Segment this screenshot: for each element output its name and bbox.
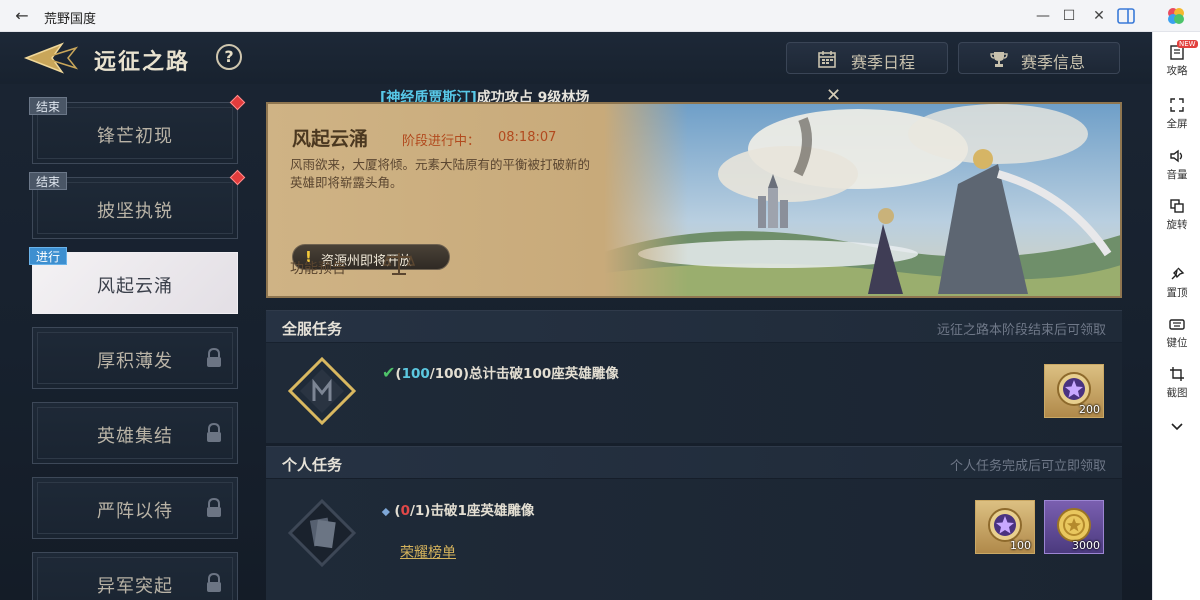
statue-diamond-icon <box>288 357 356 425</box>
reward-amount: 200 <box>1079 403 1100 416</box>
calendar-icon <box>818 51 836 68</box>
stage-item-4[interactable]: 厚积薄发 <box>32 327 238 389</box>
server-tasks-title: 全服任务 <box>282 320 343 338</box>
honor-ranking-link[interactable]: 荣耀榜单 <box>400 542 456 562</box>
season-info-label: 赛季信息 <box>1021 53 1086 72</box>
page-title: 远征之路 <box>94 50 191 75</box>
rail-label: 旋转 <box>1166 219 1188 231</box>
reward-item[interactable]: 100 <box>975 500 1035 554</box>
rail-rotate-button[interactable]: 旋转 <box>1153 196 1200 240</box>
new-badge: NEW <box>1177 40 1198 48</box>
personal-tasks-hint: 个人任务完成后可立即领取 <box>949 459 1106 474</box>
banner-countdown: 08:18:07 <box>498 130 557 145</box>
app-logo-icon <box>1168 8 1184 24</box>
back-arrow-icon[interactable]: ← <box>12 6 32 26</box>
lock-icon <box>207 348 221 367</box>
rail-volume-button[interactable]: 音量 <box>1153 146 1200 190</box>
fullscreen-icon <box>1170 98 1184 112</box>
rail-label: 全屏 <box>1166 118 1188 130</box>
stage-status-tag: 结束 <box>29 172 68 190</box>
season-schedule-button[interactable]: 赛季日程 <box>786 42 948 74</box>
tool-rail: NEW 攻略 全屏 音量 旋转 置顶 键位 截图 <box>1152 32 1200 600</box>
window-title: 荒野国度 <box>44 12 97 27</box>
lock-icon <box>207 423 221 442</box>
banner-stage-status: 阶段进行中： <box>402 134 481 149</box>
stage-name: 披坚执锐 <box>97 201 173 222</box>
rail-fullscreen-button[interactable]: 全屏 <box>1153 95 1200 139</box>
season-info-button[interactable]: 赛季信息 <box>958 42 1120 74</box>
rail-keymap-button[interactable]: 键位 <box>1153 314 1200 358</box>
chevron-down-icon <box>1171 423 1183 431</box>
feature-preview-label: 功能预告 <box>290 261 346 277</box>
task-progress-current: 0 <box>400 503 410 519</box>
maximize-icon[interactable]: ☐ <box>1058 6 1080 26</box>
rail-label: 键位 <box>1166 337 1188 349</box>
server-tasks-header: 全服任务 远征之路本阶段结束后可领取 <box>266 310 1122 342</box>
server-task-row: ✔(100/100)总计击破100座英雄雕像 200 <box>266 343 1122 443</box>
task-progress-total: /100) <box>429 366 470 382</box>
sidebar-toggle-icon[interactable] <box>1116 7 1136 25</box>
pending-icon: ⬥ <box>382 505 390 518</box>
star-coin-icon <box>988 508 1022 542</box>
stage-item-5[interactable]: 英雄集结 <box>32 402 238 464</box>
stage-item-7[interactable]: 异军突起 <box>32 552 238 600</box>
stage-item-2[interactable]: 结束 披坚执锐 <box>29 169 246 239</box>
lock-icon <box>207 498 221 517</box>
pin-icon <box>1171 267 1185 280</box>
gold-coin-icon <box>1057 508 1091 542</box>
rail-screenshot-button[interactable]: 截图 <box>1153 364 1200 408</box>
star-coin-icon <box>1057 372 1091 406</box>
rail-expand-button[interactable] <box>1153 416 1200 440</box>
game-viewport: 远征之路 ? 赛季日程 赛季信息 结束 锋芒初现 结束 披坚执锐 进行 风起云涌… <box>0 32 1152 600</box>
game-header: 远征之路 ? 赛季日程 赛季信息 <box>0 32 1152 84</box>
rotate-icon <box>1170 199 1184 213</box>
crop-icon <box>1170 367 1184 381</box>
stage-status-tag: 结束 <box>29 97 68 115</box>
rail-label: 置顶 <box>1166 287 1188 299</box>
banner-description: 风雨欲来，大厦将倾。元素大陆原有的平衡被打破新的英雄即将崭露头角。 <box>290 157 591 190</box>
season-schedule-label: 赛季日程 <box>851 53 916 72</box>
window-titlebar: ← 荒野国度 — ☐ ✕ <box>0 0 1200 32</box>
reward-item[interactable]: 3000 <box>1044 500 1104 554</box>
card-diamond-icon <box>288 499 356 567</box>
volume-icon <box>1170 149 1183 163</box>
personal-task-text: ⬥ (0/1)击破1座英雄雕像 <box>382 503 535 519</box>
task-progress-current: 100 <box>401 366 430 382</box>
stage-item-6[interactable]: 严阵以待 <box>32 477 238 539</box>
reward-item[interactable]: 200 <box>1044 364 1104 418</box>
server-task-text: ✔(100/100)总计击破100座英雄雕像 <box>382 363 619 382</box>
trophy-icon <box>990 52 1008 67</box>
rail-guide-button[interactable]: NEW 攻略 <box>1153 40 1200 86</box>
stage-item-3-active[interactable]: 进行 风起云涌 <box>29 247 238 314</box>
game-back-icon[interactable] <box>22 40 82 76</box>
keyboard-icon <box>1169 319 1185 330</box>
task-description: 总计击破100座英雄雕像 <box>469 366 619 382</box>
minimize-icon[interactable]: — <box>1032 6 1054 26</box>
personal-tasks-title: 个人任务 <box>282 456 343 474</box>
close-icon[interactable]: ✕ <box>1088 6 1110 26</box>
stage-status-tag: 进行 <box>29 247 68 265</box>
stage-name: 风起云涌 <box>97 276 173 297</box>
personal-tasks-header: 个人任务 个人任务完成后可立即领取 <box>266 446 1122 478</box>
reward-amount: 3000 <box>1072 539 1100 552</box>
rail-label: 音量 <box>1166 169 1188 181</box>
rail-label: 截图 <box>1166 387 1188 399</box>
rail-pin-button[interactable]: 置顶 <box>1153 264 1200 308</box>
stage-name: 锋芒初现 <box>97 126 173 147</box>
rail-label: 攻略 <box>1166 65 1188 77</box>
banner-title: 风起云涌 <box>292 128 369 150</box>
lock-icon <box>207 573 221 592</box>
check-icon: ✔ <box>382 363 396 382</box>
personal-task-row: ⬥ (0/1)击破1座英雄雕像 荣耀榜单 100 3000 <box>266 479 1122 600</box>
reward-amount: 100 <box>1010 539 1031 552</box>
stage-item-1[interactable]: 结束 锋芒初现 <box>29 94 246 164</box>
scale-icon[interactable] <box>382 250 416 278</box>
help-button[interactable]: ? <box>216 44 242 70</box>
task-description: 击破1座英雄雕像 <box>430 503 535 519</box>
server-tasks-hint: 远征之路本阶段结束后可领取 <box>936 323 1106 338</box>
stage-banner: 风起云涌 阶段进行中： 08:18:07 风雨欲来，大厦将倾。元素大陆原有的平衡… <box>266 102 1122 298</box>
task-progress-total: /1) <box>409 503 431 519</box>
